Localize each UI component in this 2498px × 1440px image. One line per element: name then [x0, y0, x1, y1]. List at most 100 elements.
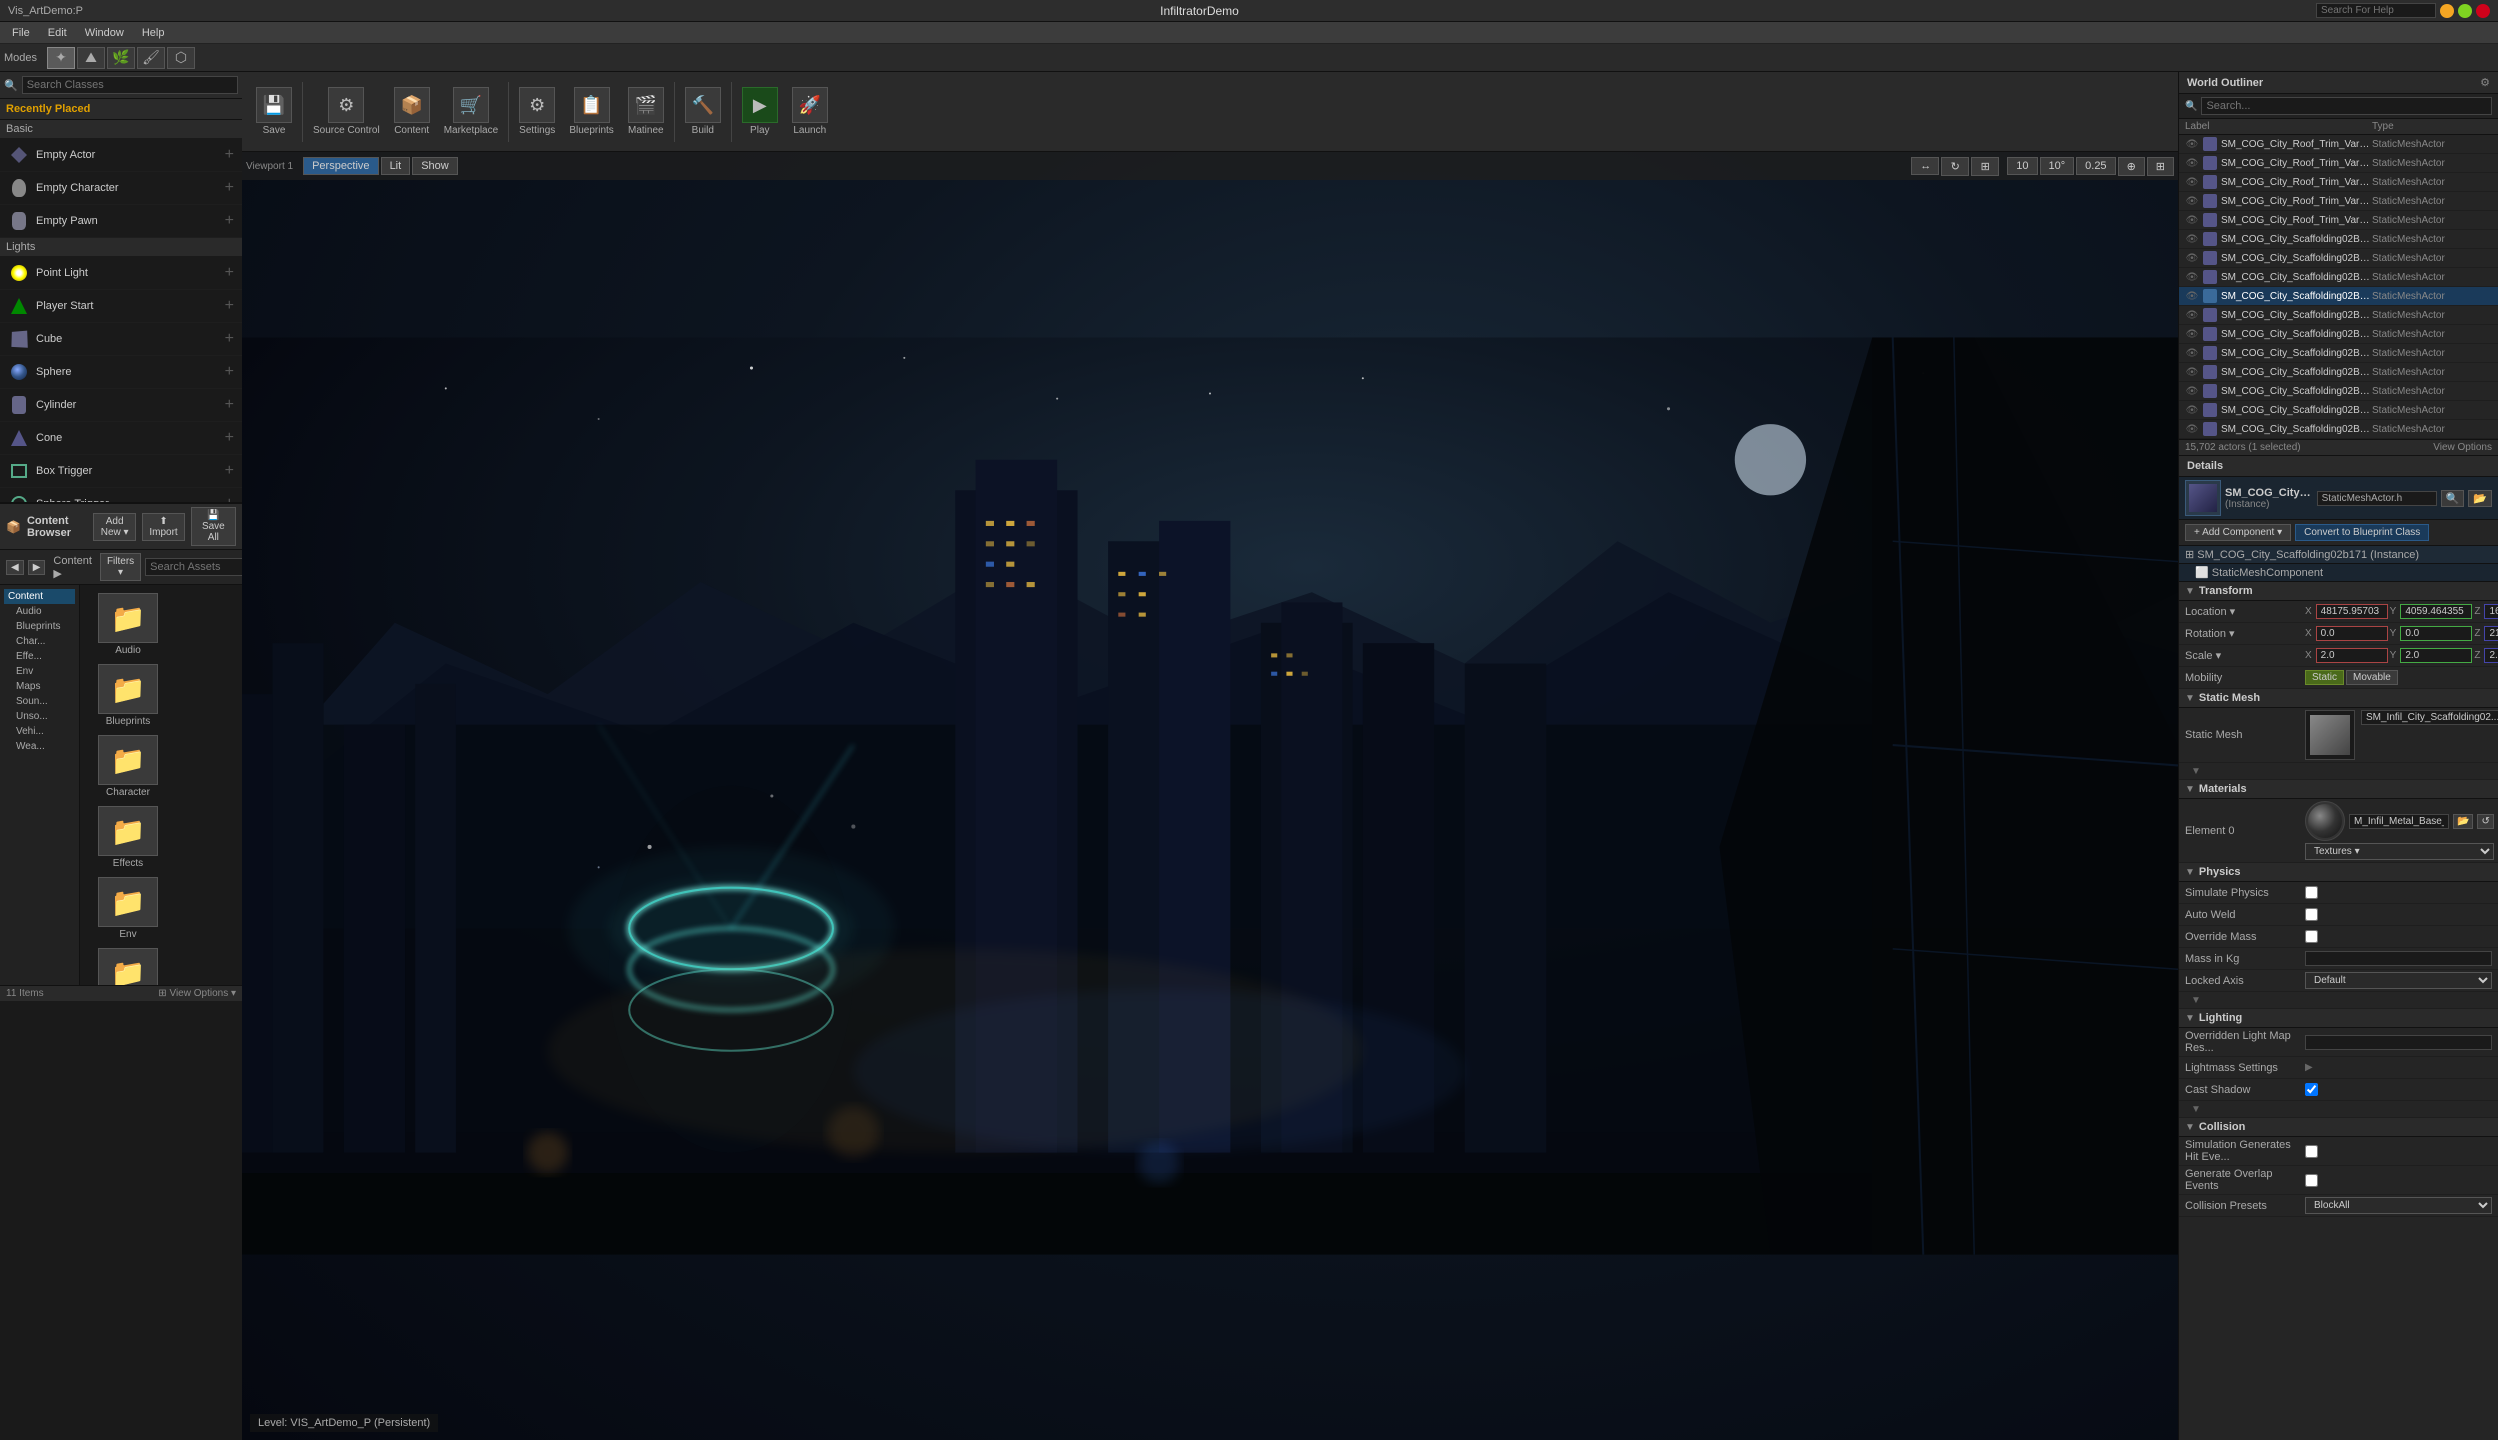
place-item-cone[interactable]: Cone +	[0, 422, 242, 455]
place-mode-button[interactable]: ✦	[47, 47, 75, 69]
convert-blueprint-button[interactable]: Convert to Blueprint Class	[2295, 524, 2429, 541]
folder-env[interactable]: Env	[88, 877, 168, 940]
play-toolbar-group[interactable]: ▶ Play	[736, 83, 784, 140]
folder-character[interactable]: Character	[88, 735, 168, 798]
filters-button[interactable]: Filters ▾	[100, 553, 141, 581]
place-item-box-trigger-add[interactable]: +	[225, 462, 234, 480]
translate-tool[interactable]: ↔	[1911, 157, 1939, 175]
place-item-cylinder[interactable]: Cylinder +	[0, 389, 242, 422]
tree-item-audio[interactable]: Audio	[4, 604, 75, 619]
place-item-player-start[interactable]: Player Start +	[0, 290, 242, 323]
locked-axis-select[interactable]: Default X Y Z	[2305, 972, 2492, 989]
place-item-empty-character-add[interactable]: +	[225, 179, 234, 197]
place-item-empty-pawn[interactable]: Empty Pawn +	[0, 205, 242, 238]
mass-kg-input[interactable]	[2305, 951, 2492, 966]
material-browse-button[interactable]: 📂	[2453, 814, 2473, 829]
wo-item-6[interactable]: 👁 SM_COG_City_Scaffolding02B169 StaticMe…	[2179, 249, 2498, 268]
rotation-z-input[interactable]	[2484, 626, 2498, 641]
launch-toolbar-group[interactable]: 🚀 Launch	[786, 83, 834, 140]
lighting-section-header[interactable]: ▼ Lighting	[2179, 1009, 2498, 1028]
save-all-button[interactable]: 💾 Save All	[191, 507, 236, 546]
place-item-empty-character[interactable]: Empty Character +	[0, 172, 242, 205]
foliage-mode-button[interactable]: 🌿	[107, 47, 135, 69]
grid-snap-button[interactable]: 10	[2007, 157, 2037, 175]
wo-view-options[interactable]: View Options	[2433, 442, 2492, 453]
scale-snap-button[interactable]: 0.25	[2076, 157, 2115, 175]
tree-item-content[interactable]: Content	[4, 589, 75, 604]
add-component-button[interactable]: + Add Component ▾	[2185, 524, 2291, 541]
wo-item-3[interactable]: 👁 SM_COG_City_Roof_Trim_VarB_Middle458 S…	[2179, 192, 2498, 211]
place-item-sphere[interactable]: Sphere +	[0, 356, 242, 389]
place-item-box-trigger[interactable]: Box Trigger +	[0, 455, 242, 488]
folder-blueprints[interactable]: Blueprints	[88, 664, 168, 727]
wo-item-1[interactable]: 👁 SM_COG_City_Roof_Trim_VarB_Middle420 S…	[2179, 154, 2498, 173]
viewport[interactable]: Viewport 1 Perspective Lit Show ↔ ↻ ⊞ 10…	[242, 152, 2178, 1440]
wo-item-2[interactable]: 👁 SM_COG_City_Roof_Trim_VarB_Middle457 S…	[2179, 173, 2498, 192]
back-button[interactable]: ◀	[6, 560, 24, 575]
lit-button[interactable]: Lit	[381, 157, 411, 175]
wo-item-10[interactable]: 👁 SM_COG_City_Scaffolding02B173 StaticMe…	[2179, 325, 2498, 344]
minimize-button[interactable]	[2440, 4, 2454, 18]
search-classes-input[interactable]	[22, 76, 238, 94]
details-class-input[interactable]	[2317, 491, 2437, 506]
rotation-y-input[interactable]	[2400, 626, 2472, 641]
cast-shadow-checkbox[interactable]	[2305, 1083, 2318, 1096]
static-mesh-section-header[interactable]: ▼ Static Mesh	[2179, 689, 2498, 708]
scale-z-input[interactable]	[2484, 648, 2498, 663]
place-item-sphere-add[interactable]: +	[225, 363, 234, 381]
location-z-input[interactable]	[2484, 604, 2498, 619]
place-item-cone-add[interactable]: +	[225, 429, 234, 447]
content-toolbar-group[interactable]: 📦 Content	[388, 83, 436, 140]
wo-item-9[interactable]: 👁 SM_COG_City_Scaffolding02B172 StaticMe…	[2179, 306, 2498, 325]
wo-item-0[interactable]: 👁 SM_COG_City_Roof_Trim_VarB_Middle419 S…	[2179, 135, 2498, 154]
place-item-cylinder-add[interactable]: +	[225, 396, 234, 414]
scale-y-input[interactable]	[2400, 648, 2472, 663]
movable-button[interactable]: Movable	[2346, 670, 2398, 685]
lighting-expand-row[interactable]: ▼	[2179, 1101, 2498, 1118]
blueprints-toolbar-group[interactable]: 📋 Blueprints	[563, 83, 619, 140]
perspective-button[interactable]: Perspective	[303, 157, 378, 175]
cb-view-options[interactable]: ⊞ View Options ▾	[158, 988, 236, 999]
place-item-point-light[interactable]: Point Light +	[0, 257, 242, 290]
close-button[interactable]	[2476, 4, 2490, 18]
wo-item-11[interactable]: 👁 SM_COG_City_Scaffolding02B197 StaticMe…	[2179, 344, 2498, 363]
place-item-sphere-trigger[interactable]: Sphere Trigger +	[0, 488, 242, 502]
place-item-cube[interactable]: Cube +	[0, 323, 242, 356]
menu-file[interactable]: File	[4, 25, 38, 41]
wo-item-14[interactable]: 👁 SM_COG_City_Scaffolding02B200 StaticMe…	[2179, 401, 2498, 420]
light-map-res-input[interactable]	[2305, 1035, 2492, 1050]
show-button[interactable]: Show	[412, 157, 458, 175]
rotate-tool[interactable]: ↻	[1941, 157, 1969, 176]
folder-effects[interactable]: Effects	[88, 806, 168, 869]
physics-expand-row[interactable]: ▼	[2179, 992, 2498, 1009]
maximize-button[interactable]	[2458, 4, 2472, 18]
tree-item-effects[interactable]: Effe...	[4, 649, 75, 664]
simulate-physics-checkbox[interactable]	[2305, 886, 2318, 899]
geometry-mode-button[interactable]: ⬡	[167, 47, 195, 69]
mesh-value-input[interactable]	[2361, 710, 2498, 725]
maximize-viewport-button[interactable]: ⊞	[2147, 157, 2174, 176]
location-x-input[interactable]	[2316, 604, 2388, 619]
import-button[interactable]: ⬆ Import	[142, 513, 184, 541]
build-toolbar-group[interactable]: 🔨 Build	[679, 83, 727, 140]
world-outliner-search-input[interactable]	[2201, 97, 2492, 115]
landscape-mode-button[interactable]: ⛰	[77, 47, 105, 69]
camera-speed-button[interactable]: ⊕	[2118, 157, 2145, 176]
location-y-input[interactable]	[2400, 604, 2472, 619]
menu-edit[interactable]: Edit	[40, 25, 75, 41]
place-item-sphere-trigger-add[interactable]: +	[225, 495, 234, 502]
place-item-player-start-add[interactable]: +	[225, 297, 234, 315]
wo-item-8[interactable]: 👁 SM_COG_City_Scaffolding02B171 StaticMe…	[2179, 287, 2498, 306]
mesh-expand-row[interactable]: ▼	[2179, 763, 2498, 780]
wo-item-15[interactable]: 👁 SM_COG_City_Scaffolding02B201 StaticMe…	[2179, 420, 2498, 439]
scale-tool[interactable]: ⊞	[1971, 157, 1999, 176]
details-browse-button[interactable]: 📂	[2468, 490, 2492, 507]
tree-item-characters[interactable]: Char...	[4, 634, 75, 649]
materials-section-header[interactable]: ▼ Materials	[2179, 780, 2498, 799]
physics-section-header[interactable]: ▼ Physics	[2179, 863, 2498, 882]
help-search-input[interactable]	[2316, 3, 2436, 18]
tree-item-weapons[interactable]: Wea...	[4, 739, 75, 754]
marketplace-toolbar-group[interactable]: 🛒 Marketplace	[438, 83, 504, 140]
brush-mode-button[interactable]: 🖌	[137, 47, 165, 69]
folder-audio[interactable]: Audio	[88, 593, 168, 656]
